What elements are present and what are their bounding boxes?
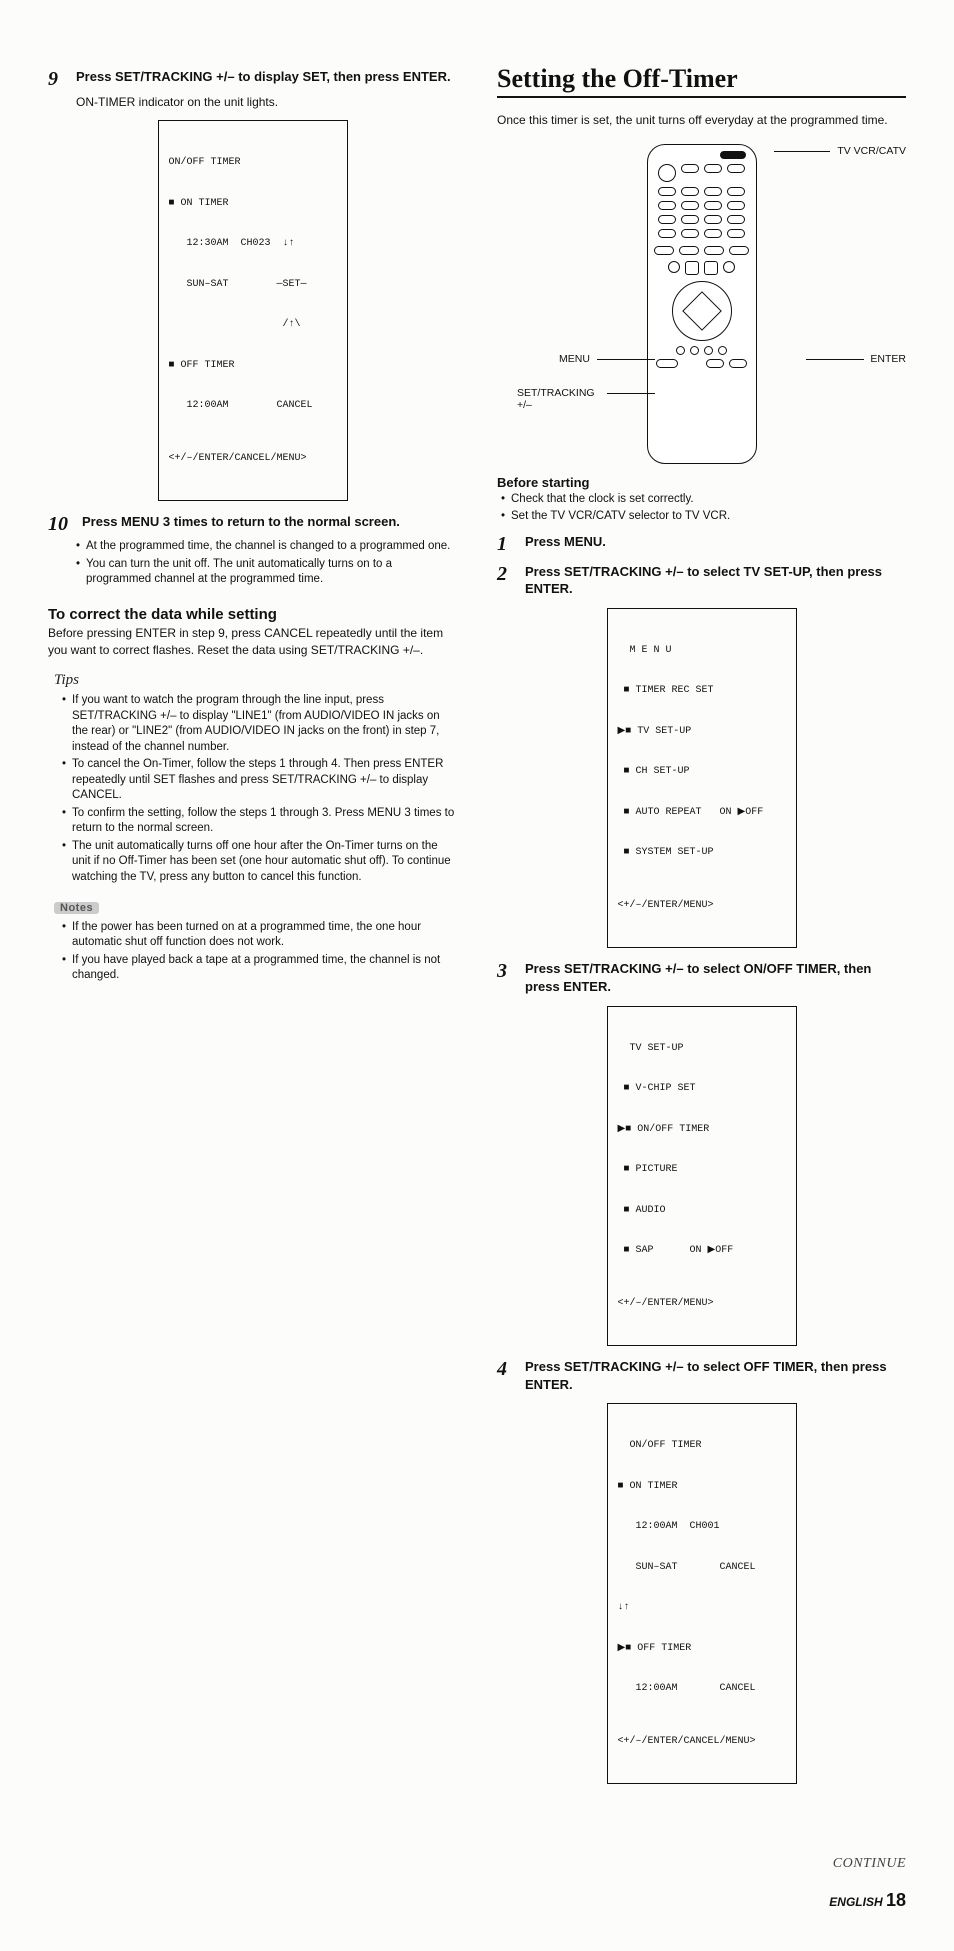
tip-item: If you want to watch the program through… — [62, 693, 457, 755]
bullet-item: At the programmed time, the channel is c… — [76, 539, 457, 555]
step-9-sub: ON-TIMER indicator on the unit lights. — [76, 94, 457, 110]
osd-line: 12:30AM CH023 ↓↑ — [169, 237, 337, 251]
page-title: Setting the Off-Timer — [497, 64, 906, 94]
osd-line: ▶■ ON/OFF TIMER — [618, 1123, 786, 1137]
osd-line: ■ SYSTEM SET-UP — [618, 846, 786, 860]
step-1: 1 Press MENU. — [497, 533, 906, 555]
step-number: 9 — [48, 68, 70, 90]
osd-line: ■ CH SET-UP — [618, 765, 786, 779]
tips-label: Tips — [54, 672, 457, 689]
osd-line: ON/OFF TIMER — [618, 1439, 786, 1453]
step-number: 1 — [497, 533, 519, 555]
step-3: 3 Press SET/TRACKING +/– to select ON/OF… — [497, 960, 906, 995]
osd-line: TV SET-UP — [618, 1042, 786, 1056]
osd-line: ■ PICTURE — [618, 1163, 786, 1177]
osd-line: ▶■ OFF TIMER — [618, 1642, 786, 1656]
before-item: Check that the clock is set correctly. — [501, 492, 906, 508]
page-number: 18 — [886, 1890, 906, 1910]
page-footer: ENGLISH 18 — [48, 1890, 906, 1911]
step-4: 4 Press SET/TRACKING +/– to select OFF T… — [497, 1358, 906, 1393]
osd-line: ↓↑ — [618, 1601, 786, 1615]
step-number: 3 — [497, 960, 519, 982]
note-item: If you have played back a tape at a prog… — [62, 953, 457, 984]
osd-step-3: TV SET-UP ■ V-CHIP SET ▶■ ON/OFF TIMER ■… — [607, 1006, 797, 1347]
correct-heading: To correct the data while setting — [48, 606, 457, 623]
note-item: If the power has been turned on at a pro… — [62, 920, 457, 951]
osd-line: ■ TIMER REC SET — [618, 684, 786, 698]
language-label: ENGLISH — [829, 1895, 882, 1909]
osd-line: 12:00AM CANCEL — [618, 1682, 786, 1696]
notes-label: Notes — [54, 902, 99, 914]
osd-line: ■ V-CHIP SET — [618, 1082, 786, 1096]
label-enter: ENTER — [870, 353, 906, 365]
osd-line: ■ ON TIMER — [618, 1480, 786, 1494]
step-2: 2 Press SET/TRACKING +/– to select TV SE… — [497, 563, 906, 598]
step-text: Press SET/TRACKING +/– to select OFF TIM… — [525, 1358, 906, 1393]
osd-step-2: M E N U ■ TIMER REC SET ▶■ TV SET-UP ■ C… — [607, 608, 797, 949]
osd-line: ■ SAP ON ▶OFF — [618, 1244, 786, 1258]
remote-outline — [647, 144, 757, 464]
correct-body: Before pressing ENTER in step 9, press C… — [48, 625, 457, 659]
step-text: Press MENU 3 times to return to the norm… — [82, 513, 400, 531]
label-settracking: SET/TRACKING +/– — [517, 387, 595, 411]
label-tvvcr: TV VCR/CATV — [837, 145, 906, 157]
step-text: Press SET/TRACKING +/– to select ON/OFF … — [525, 960, 906, 995]
osd-line: ■ AUDIO — [618, 1204, 786, 1218]
osd-footer: <+/–/ENTER/CANCEL/MENU> — [169, 452, 337, 466]
step-text: Press SET/TRACKING +/– to select TV SET-… — [525, 563, 906, 598]
before-starting-heading: Before starting — [497, 475, 906, 490]
osd-line: ■ AUTO REPEAT ON ▶OFF — [618, 806, 786, 820]
osd-line: 12:00AM CANCEL — [169, 399, 337, 413]
step-10: 10 Press MENU 3 times to return to the n… — [48, 513, 457, 535]
tip-item: The unit automatically turns off one hou… — [62, 839, 457, 886]
osd-line: M E N U — [618, 644, 786, 658]
step-number: 10 — [48, 513, 76, 535]
osd-line: ON/OFF TIMER — [169, 156, 337, 170]
osd-line: SUN–SAT CANCEL — [618, 1561, 786, 1575]
osd-line: ■ ON TIMER — [169, 197, 337, 211]
label-menu: MENU — [559, 353, 590, 365]
title-rule — [497, 96, 906, 98]
osd-line: ■ OFF TIMER — [169, 359, 337, 373]
osd-footer: <+/–/ENTER/CANCEL/MENU> — [618, 1735, 786, 1749]
before-item: Set the TV VCR/CATV selector to TV VCR. — [501, 509, 906, 525]
osd-line: 12:00AM CH001 — [618, 1520, 786, 1534]
step-9: 9 Press SET/TRACKING +/– to display SET,… — [48, 68, 457, 90]
intro-text: Once this timer is set, the unit turns o… — [497, 112, 906, 129]
osd-step-4: ON/OFF TIMER ■ ON TIMER 12:00AM CH001 SU… — [607, 1403, 797, 1784]
tip-item: To confirm the setting, follow the steps… — [62, 806, 457, 837]
bullet-item: You can turn the unit off. The unit auto… — [76, 557, 457, 588]
osd-line: /↑\ — [169, 318, 337, 332]
osd-line: SUN–SAT —SET— — [169, 278, 337, 292]
step-text: Press MENU. — [525, 533, 606, 551]
osd-line: ▶■ TV SET-UP — [618, 725, 786, 739]
osd-footer: <+/–/ENTER/MENU> — [618, 899, 786, 913]
osd-step-9: ON/OFF TIMER ■ ON TIMER 12:30AM CH023 ↓↑… — [158, 120, 348, 501]
osd-footer: <+/–/ENTER/MENU> — [618, 1297, 786, 1311]
step-text: Press SET/TRACKING +/– to display SET, t… — [76, 68, 451, 86]
continue-label: CONTINUE — [48, 1856, 906, 1872]
remote-diagram: TV VCR/CATV MENU ENTER SET/TRACKING +/– — [497, 135, 906, 465]
step-number: 2 — [497, 563, 519, 585]
step-number: 4 — [497, 1358, 519, 1380]
tip-item: To cancel the On-Timer, follow the steps… — [62, 757, 457, 804]
